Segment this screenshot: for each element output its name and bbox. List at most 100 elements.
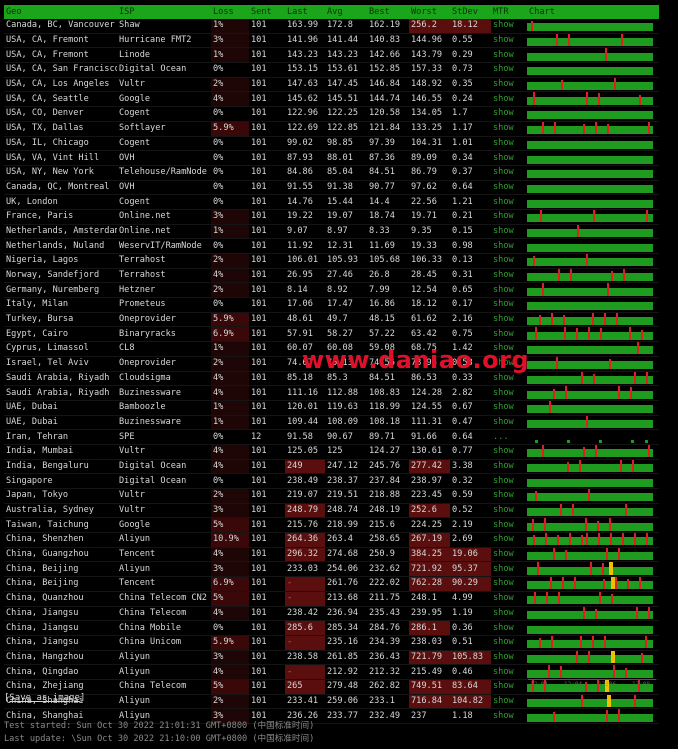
cell-mtr[interactable]: show xyxy=(491,106,527,122)
cell-mtr[interactable]: show xyxy=(491,606,527,622)
cell-avg: 238.37 xyxy=(325,473,367,489)
cell-geo: Turkey, Bursa xyxy=(4,312,117,328)
sparkline-loss-spike xyxy=(636,606,638,619)
sparkline-loss-spike xyxy=(564,326,566,340)
cell-mtr[interactable]: show xyxy=(491,708,527,724)
cell-mtr[interactable]: show xyxy=(491,194,527,210)
cell-mtr[interactable]: show xyxy=(491,679,527,695)
cell-sent: 101 xyxy=(249,150,285,166)
cell-loss: 4% xyxy=(211,547,249,563)
cell-mtr[interactable]: show xyxy=(491,459,527,475)
cell-best: 235.43 xyxy=(367,606,409,622)
cell-mtr[interactable]: show xyxy=(491,326,527,343)
sparkline-loss-spike xyxy=(583,124,585,135)
cell-mtr[interactable]: show xyxy=(491,503,527,519)
cell-mtr[interactable]: show xyxy=(491,620,527,636)
cell-avg: 98.85 xyxy=(325,136,367,152)
cell-mtr[interactable]: show xyxy=(491,297,527,313)
cell-avg: 112.88 xyxy=(325,385,367,401)
cell-mtr[interactable]: show xyxy=(491,385,527,401)
cell-geo: Canada, BC, Vancouver xyxy=(4,19,117,34)
cell-mtr[interactable]: show xyxy=(491,33,527,49)
cell-sent: 101 xyxy=(249,371,285,387)
cell-worst: 716.84 xyxy=(409,694,450,710)
cell-best: 250.9 xyxy=(367,547,409,563)
cell-mtr[interactable]: show xyxy=(491,561,527,578)
cell-mtr[interactable]: show xyxy=(491,312,527,328)
cell-chart xyxy=(527,620,659,636)
cell-loss: 0% xyxy=(211,473,249,489)
cell-mtr[interactable]: show xyxy=(491,180,527,196)
cell-mtr[interactable]: show xyxy=(491,77,527,93)
sparkline-loss-spike xyxy=(610,533,612,546)
cell-geo: China, Jiangsu xyxy=(4,635,117,651)
cell-mtr[interactable]: show xyxy=(491,444,527,460)
cell-geo: USA, CO, Denver xyxy=(4,106,117,122)
table-row: UK, London Cogent 0% 101 14.76 15.44 14.4 22.56… xyxy=(4,194,659,210)
cell-mtr[interactable]: show xyxy=(491,415,527,431)
sparkline-loss-spike xyxy=(540,210,542,223)
cell-mtr[interactable]: show xyxy=(491,400,527,416)
sparkline-loss-spike xyxy=(618,548,620,561)
cell-mtr[interactable]: show xyxy=(491,576,527,592)
cell-loss: 4% xyxy=(211,371,249,387)
table-row: China, Guangzhou Tencent 4% 101 296.32 274.68… xyxy=(4,547,659,563)
cell-mtr[interactable]: show xyxy=(491,47,527,64)
sparkline-loss-spike xyxy=(557,535,559,546)
cell-mtr[interactable]: show xyxy=(491,150,527,166)
cell-mtr[interactable]: show xyxy=(491,121,527,137)
cell-chart xyxy=(527,282,659,299)
cell-chart xyxy=(527,606,659,622)
cell-mtr[interactable]: show xyxy=(491,664,527,680)
cell-mtr[interactable]: show xyxy=(491,268,527,284)
cell-mtr[interactable]: show xyxy=(491,591,527,607)
save-as-image-link[interactable]: Save as image xyxy=(9,693,79,703)
cell-chart xyxy=(527,371,659,387)
cell-last: 122.69 xyxy=(285,121,325,137)
cell-geo: USA, NY, New York xyxy=(4,165,117,181)
cell-isp: Cogent xyxy=(117,136,211,152)
cell-isp: Prometeus xyxy=(117,297,211,313)
test-started-text: Test started: Sun Oct 30 2022 21:01:31 G… xyxy=(4,721,315,731)
cell-stdev: 0.24 xyxy=(450,91,491,108)
cell-avg: 212.92 xyxy=(325,664,367,680)
cell-mtr[interactable]: show xyxy=(491,224,527,240)
cell-mtr[interactable]: show xyxy=(491,517,527,534)
cell-sent: 101 xyxy=(249,238,285,254)
cell-isp: Aliyun xyxy=(117,664,211,680)
cell-mtr[interactable]: show xyxy=(491,165,527,181)
cell-worst: 215.49 xyxy=(409,664,450,680)
cell-loss: 4% xyxy=(211,91,249,108)
cell-sent: 101 xyxy=(249,224,285,240)
cell-mtr[interactable]: show xyxy=(491,650,527,666)
sparkline-loss-spike xyxy=(623,268,625,282)
table-row: Nigeria, Lagos Terrahost 2% 101 106.01 105.93… xyxy=(4,253,659,269)
cell-mtr[interactable]: show xyxy=(491,694,527,710)
cell-chart xyxy=(527,561,659,578)
cell-stdev: 0.17 xyxy=(450,297,491,313)
cell-mtr[interactable]: show xyxy=(491,547,527,563)
cell-chart xyxy=(527,165,659,181)
cell-loss: 10.9% xyxy=(211,532,249,548)
cell-loss: 1% xyxy=(211,341,249,357)
cell-mtr[interactable]: show xyxy=(491,635,527,651)
cell-mtr[interactable]: ... xyxy=(491,429,527,445)
cell-chart xyxy=(527,297,659,313)
cell-mtr[interactable]: show xyxy=(491,209,527,225)
cell-mtr[interactable]: show xyxy=(491,282,527,299)
cell-isp: Bamboozle xyxy=(117,400,211,416)
cell-last: 296.32 xyxy=(285,547,325,563)
cell-last: 106.01 xyxy=(285,253,325,269)
cell-isp: WeservIT/RamNode xyxy=(117,238,211,254)
cell-mtr[interactable]: show xyxy=(491,473,527,489)
cell-mtr[interactable]: show xyxy=(491,62,527,78)
sparkline-loss-spike xyxy=(558,268,560,282)
cell-mtr[interactable]: show xyxy=(491,238,527,254)
cell-mtr[interactable]: show xyxy=(491,488,527,504)
cell-mtr[interactable]: show xyxy=(491,253,527,269)
cell-geo: Australia, Sydney xyxy=(4,503,117,519)
cell-mtr[interactable]: show xyxy=(491,532,527,548)
cell-mtr[interactable]: show xyxy=(491,91,527,108)
cell-mtr[interactable]: show xyxy=(491,19,527,34)
cell-mtr[interactable]: show xyxy=(491,136,527,152)
